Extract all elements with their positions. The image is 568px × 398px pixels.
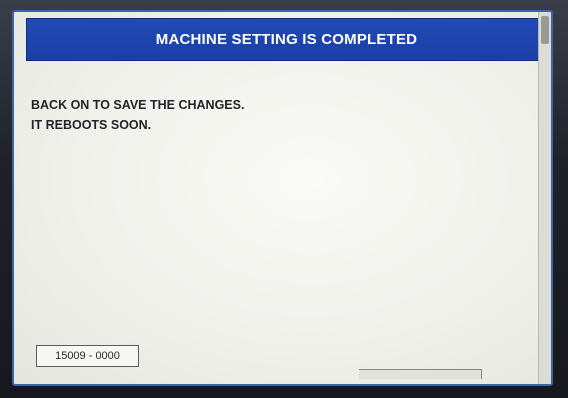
dialog-title: MACHINE SETTING IS COMPLETED [155, 31, 418, 48]
status-code: 15009 - 0000 [36, 345, 139, 367]
scrollbar[interactable] [538, 12, 551, 384]
dialog-title-bar: MACHINE SETTING IS COMPLETED [26, 18, 547, 61]
message-line: IT REBOOTS SOON. [31, 118, 152, 132]
message-line: BACK ON TO SAVE THE CHANGES. [31, 98, 245, 112]
device-bezel: MACHINE SETTING IS COMPLETED BACK ON TO … [0, 0, 568, 398]
dialog-message: BACK ON TO SAVE THE CHANGES. IT REBOOTS … [31, 95, 244, 135]
screen-divider [359, 369, 482, 379]
scrollbar-thumb[interactable] [541, 16, 549, 44]
device-screen: MACHINE SETTING IS COMPLETED BACK ON TO … [12, 10, 553, 386]
